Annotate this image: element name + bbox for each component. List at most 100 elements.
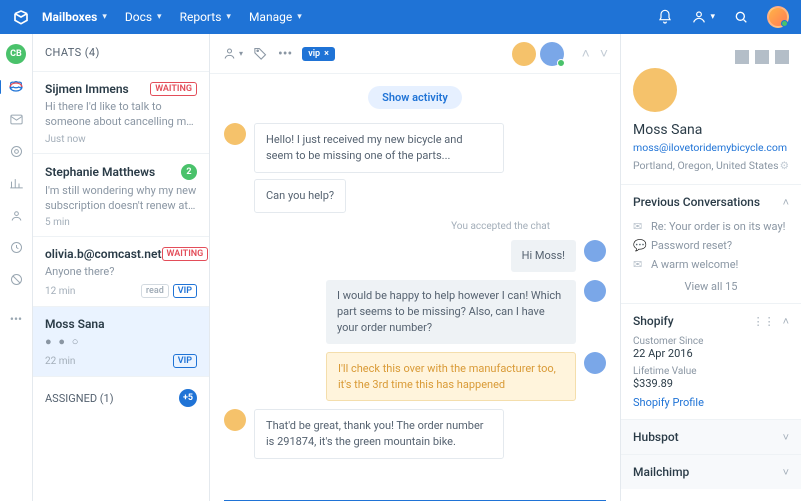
chat-time: 12 min <box>45 286 75 297</box>
field-value: $339.89 <box>633 377 789 390</box>
chats-header: CHATS (4) <box>33 34 209 71</box>
nav-reports[interactable]: Reports▾ <box>180 10 231 24</box>
twitter-icon[interactable] <box>775 50 789 64</box>
prev-convo-item[interactable]: ✉A warm welcome! <box>633 255 789 274</box>
nav-mailboxes[interactable]: Mailboxes▾ <box>42 10 107 24</box>
chat-item[interactable]: Stephanie Matthews 2 I'm still wondering … <box>33 153 209 237</box>
hubspot-header[interactable]: Hubspot˅ <box>633 430 789 444</box>
remove-icon[interactable]: × <box>324 49 329 59</box>
convo-toolbar: ▾ ••• vip× ˄ ˅ <box>210 34 620 74</box>
customer-sidebar: Moss Sana moss@ilovetoridemybicycle.com … <box>621 34 801 501</box>
agent-avatar-icon <box>584 240 606 262</box>
status-dot-icon <box>557 59 565 67</box>
message-bubble: Hello! I just received my new bicycle an… <box>254 123 504 173</box>
customer-avatar-icon <box>224 409 246 431</box>
user-avatar[interactable] <box>767 6 789 28</box>
chat-item[interactable]: olivia.b@comcast.netWAITING Anyone there… <box>33 236 209 306</box>
chats-icon[interactable] <box>7 78 25 96</box>
status-dot-icon <box>781 20 788 27</box>
unread-count: 2 <box>181 164 197 180</box>
workspace-badge[interactable]: CB <box>6 44 26 64</box>
chat-time: 5 min <box>45 217 70 228</box>
nav-manage[interactable]: Manage▾ <box>249 10 302 24</box>
waiting-badge: WAITING <box>162 247 209 261</box>
tag-icon[interactable] <box>7 142 25 160</box>
mailchimp-header[interactable]: Mailchimp˅ <box>633 465 789 479</box>
chat-preview: Anyone there? <box>45 265 197 280</box>
message-bubble: Can you help? <box>254 179 346 213</box>
chat-list: CHATS (4) Sijmen Immens WAITING Hi there … <box>33 34 210 501</box>
waiting-badge: WAITING <box>150 82 197 96</box>
prev-convo-item[interactable]: 💬Password reset? <box>633 236 789 255</box>
customer-location: Portland, Oregon, United States <box>633 159 779 172</box>
message-bubble: Hi Moss! <box>511 240 576 272</box>
read-badge: read <box>141 284 169 298</box>
chevron-up-icon: ˄ <box>783 315 789 328</box>
drag-icon[interactable]: ⋮⋮ <box>753 315 775 328</box>
prev-convo-header[interactable]: Previous Conversations˄ <box>633 195 789 209</box>
chevron-down-icon: ▾ <box>297 12 302 22</box>
facebook-icon[interactable] <box>755 50 769 64</box>
customer-avatar-icon <box>633 68 677 112</box>
app-logo-icon[interactable] <box>12 8 30 26</box>
message-icon[interactable] <box>735 50 749 64</box>
bell-icon[interactable] <box>657 9 673 25</box>
field-label: Customer Since <box>633 336 789 347</box>
chat-name: Sijmen Immens <box>45 82 129 96</box>
search-icon[interactable] <box>733 9 749 25</box>
chevron-up-icon: ˄ <box>783 196 789 209</box>
chat-name: Stephanie Matthews <box>45 165 155 179</box>
chat-item[interactable]: Moss Sana ● ● ○ 22 minVIP <box>33 306 209 376</box>
vip-badge: VIP <box>173 284 197 298</box>
shopify-profile-link[interactable]: Shopify Profile <box>633 396 789 409</box>
agent-avatar-icon <box>584 280 606 302</box>
profile-icon[interactable]: ▾ <box>691 9 715 25</box>
vip-badge: VIP <box>173 354 197 368</box>
chevron-up-icon[interactable]: ˄ <box>582 45 590 62</box>
mail-icon: ✉ <box>633 220 645 233</box>
chat-item[interactable]: Sijmen Immens WAITING Hi there I'd like t… <box>33 71 209 153</box>
inbox-icon[interactable] <box>7 110 25 128</box>
note-bubble: I'll check this over with the manufactur… <box>326 352 576 402</box>
customer-avatar-icon <box>224 123 246 145</box>
gear-icon[interactable]: ⚙ <box>780 159 789 172</box>
clock-icon[interactable] <box>7 238 25 256</box>
prev-convo-item[interactable]: ✉Re: Your order is on its way! <box>633 217 789 236</box>
more-icon[interactable]: ••• <box>278 46 292 62</box>
view-all-link[interactable]: View all 15 <box>633 274 789 293</box>
conversation-pane: ▾ ••• vip× ˄ ˅ Show activity Hello! I ju… <box>210 34 621 501</box>
agent-avatar-icon <box>584 352 606 374</box>
chat-time: 22 min <box>45 356 75 367</box>
customer-email[interactable]: moss@ilovetoridemybicycle.com <box>633 141 789 154</box>
system-message: You accepted the chat <box>224 221 550 232</box>
shopify-header[interactable]: Shopify⋮⋮˄ <box>633 314 789 328</box>
field-value: 22 Apr 2016 <box>633 347 789 360</box>
chevron-down-icon: ˅ <box>783 431 789 444</box>
assigned-header[interactable]: ASSIGNED (1) +5 <box>33 376 209 419</box>
chat-time: Just now <box>45 134 86 145</box>
message-bubble: That'd be great, thank you! The order nu… <box>254 409 504 459</box>
people-icon[interactable] <box>7 206 25 224</box>
assign-icon[interactable]: ▾ <box>222 46 243 61</box>
participant-avatar[interactable] <box>540 42 564 66</box>
more-icon[interactable]: ••• <box>7 310 25 328</box>
field-label: Lifetime Value <box>633 366 789 377</box>
chat-name: Moss Sana <box>45 317 105 331</box>
chevron-down-icon[interactable]: ˅ <box>600 45 608 62</box>
top-nav: Mailboxes▾ Docs▾ Reports▾ Manage▾ ▾ <box>0 0 801 34</box>
mail-icon: ✉ <box>633 258 645 271</box>
chevron-down-icon: ▾ <box>226 12 231 22</box>
participant-avatar[interactable] <box>512 42 536 66</box>
chat-preview: I'm still wondering why my new subscript… <box>45 184 197 214</box>
tag-icon[interactable] <box>253 46 268 61</box>
chevron-down-icon: ˅ <box>783 466 789 479</box>
reports-icon[interactable] <box>7 174 25 192</box>
show-activity-button[interactable]: Show activity <box>368 86 462 109</box>
left-rail: CB ••• <box>0 34 33 501</box>
chevron-down-icon: ▾ <box>157 12 162 22</box>
nav-docs[interactable]: Docs▾ <box>125 10 162 24</box>
block-icon[interactable] <box>7 270 25 288</box>
chat-preview: Hi there I'd like to talk to someone abo… <box>45 100 197 130</box>
vip-chip[interactable]: vip× <box>302 47 335 61</box>
message-bubble: I would be happy to help however I can! … <box>326 280 576 344</box>
